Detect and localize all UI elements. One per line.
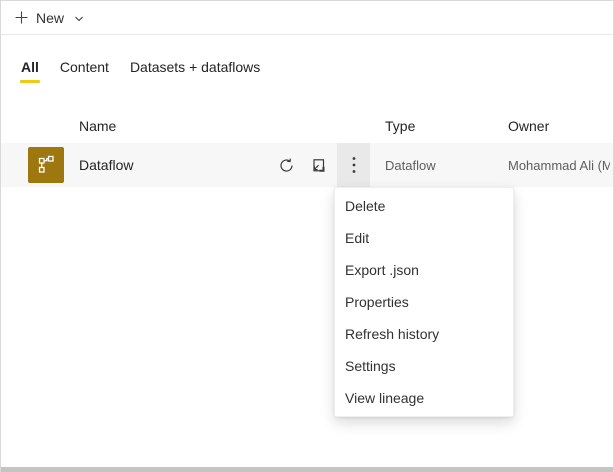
tab-content[interactable]: Content <box>59 58 110 83</box>
menu-item-export-json[interactable]: Export .json <box>335 254 513 286</box>
menu-item-properties[interactable]: Properties <box>335 286 513 318</box>
column-header-type[interactable]: Type <box>385 118 415 134</box>
context-menu: Delete Edit Export .json Properties Refr… <box>334 187 514 417</box>
menu-item-edit[interactable]: Edit <box>335 222 513 254</box>
tab-datasets-dataflows-label: Datasets + dataflows <box>130 59 260 75</box>
table-row[interactable]: Dataflow Datafl <box>1 143 613 187</box>
window-bottom-edge <box>1 467 613 472</box>
more-icon <box>351 155 357 175</box>
plus-icon <box>14 10 29 25</box>
open-icon[interactable] <box>309 156 327 174</box>
column-header-name[interactable]: Name <box>79 118 116 134</box>
tab-all-label: All <box>21 59 39 75</box>
dataflow-tile-icon <box>28 147 64 183</box>
more-actions-button[interactable] <box>337 143 370 187</box>
tab-content-label: Content <box>60 59 109 75</box>
menu-item-delete[interactable]: Delete <box>335 190 513 222</box>
chevron-down-icon <box>73 13 85 25</box>
new-button-label: New <box>36 10 64 26</box>
pivot-tabs: All Content Datasets + dataflows <box>1 58 613 84</box>
menu-item-settings[interactable]: Settings <box>335 350 513 382</box>
row-type-cell: Dataflow <box>385 143 436 187</box>
tab-all[interactable]: All <box>20 58 40 83</box>
table-header: Name Type Owner <box>1 118 613 138</box>
row-owner-cell: Mohammad Ali (MO... <box>508 143 610 187</box>
toolbar: New <box>1 1 613 35</box>
menu-item-view-lineage[interactable]: View lineage <box>335 382 513 414</box>
tab-datasets-dataflows[interactable]: Datasets + dataflows <box>129 58 261 83</box>
refresh-icon[interactable] <box>277 156 295 174</box>
menu-item-refresh-history[interactable]: Refresh history <box>335 318 513 350</box>
workspace-content-view: New All Content Datasets + dataflows Nam… <box>0 0 614 472</box>
column-header-owner[interactable]: Owner <box>508 118 549 134</box>
dataflow-name-link[interactable]: Dataflow <box>79 143 133 187</box>
active-tab-underline <box>20 80 40 83</box>
new-button[interactable]: New <box>14 10 85 26</box>
